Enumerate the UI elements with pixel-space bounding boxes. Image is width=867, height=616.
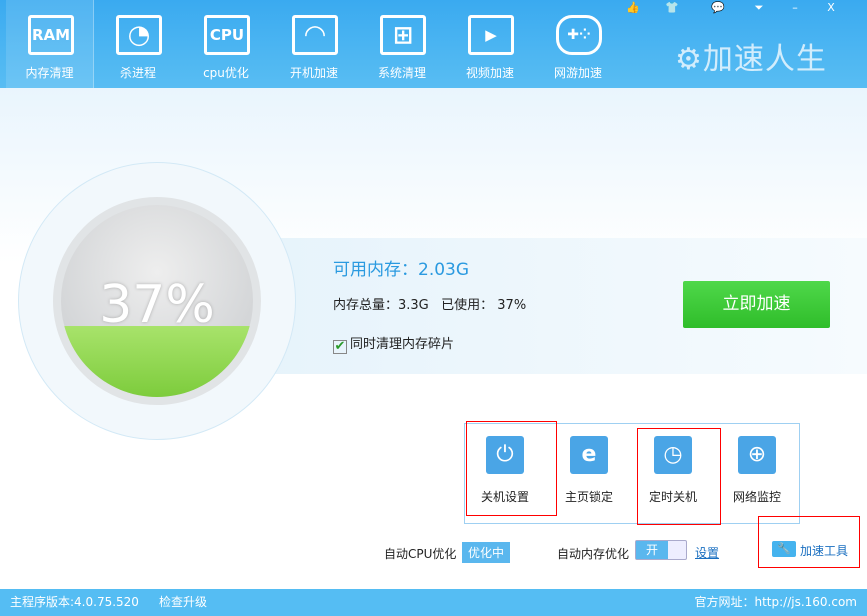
version-text: 主程序版本:4.0.75.520 bbox=[10, 595, 139, 609]
highlight-box bbox=[637, 428, 721, 525]
memory-total: 内存总量：3.3G 已使用： 37% bbox=[333, 298, 527, 313]
tool-network-monitor[interactable]: ⊕ 网络监控 bbox=[717, 424, 801, 524]
auto-mem-toggle[interactable]: 开 bbox=[635, 540, 687, 560]
menu-icon[interactable]: ⏷ bbox=[745, 0, 773, 16]
skin-icon[interactable]: 👕 bbox=[658, 0, 686, 16]
nav-label: 开机加速 bbox=[289, 66, 338, 80]
feedback-icon[interactable]: 💬 bbox=[704, 0, 732, 16]
auto-mem-label: 自动内存优化 bbox=[557, 547, 630, 561]
checkmark-icon: ✔ bbox=[333, 339, 347, 354]
tool-label: 主页锁定 bbox=[564, 490, 613, 504]
cpu-status-badge[interactable]: 优化中 bbox=[462, 542, 511, 563]
settings-link[interactable]: 设置 bbox=[695, 544, 719, 561]
nav-label: 系统清理 bbox=[377, 66, 426, 80]
nav-boot-speed[interactable]: ◠ 开机加速 bbox=[270, 0, 358, 88]
memory-percent: 37% bbox=[99, 275, 215, 335]
nav-system-clean[interactable]: ⊞ 系统清理 bbox=[358, 0, 446, 88]
tool-homepage-lock[interactable]: e 主页锁定 bbox=[549, 424, 633, 524]
nav-label: 杀进程 bbox=[119, 66, 156, 80]
nav-label: 内存清理 bbox=[25, 66, 74, 80]
memory-gauge: 37% bbox=[53, 197, 261, 405]
pie-icon: ◔ bbox=[116, 15, 162, 55]
nav-game-speed[interactable]: ✚⁘ 网游加速 bbox=[534, 0, 622, 88]
nav-memory-clean[interactable]: RAM 内存清理 bbox=[6, 0, 94, 88]
cpu-icon: CPU bbox=[204, 15, 250, 55]
gauge-fill bbox=[61, 325, 253, 397]
auto-cpu-label: 自动CPU优化 bbox=[384, 547, 457, 561]
ie-icon: e bbox=[570, 436, 608, 474]
minimize-button[interactable]: – bbox=[781, 0, 809, 16]
ram-icon: RAM bbox=[28, 15, 74, 55]
nav-cpu-optimize[interactable]: CPU cpu优化 bbox=[182, 0, 270, 88]
speedometer-icon: ◠ bbox=[292, 15, 338, 55]
website-link[interactable]: 官方网址：http://js.160.com bbox=[694, 589, 857, 616]
toggle-on: 开 bbox=[636, 541, 668, 559]
defrag-checkbox[interactable]: ✔ 同时清理内存碎片 bbox=[333, 333, 454, 354]
globe-icon: ⊕ bbox=[738, 436, 776, 474]
windows-icon: ⊞ bbox=[380, 15, 426, 55]
nav-label: 网游加速 bbox=[553, 66, 602, 80]
brand-logo: ⚙加速人生 bbox=[675, 42, 827, 77]
play-icon: ▶ bbox=[468, 15, 514, 55]
check-upgrade-link[interactable]: 检查升级 bbox=[159, 589, 207, 616]
gamepad-icon: ✚⁘ bbox=[556, 15, 602, 55]
accelerate-button[interactable]: 立即加速 bbox=[683, 281, 830, 328]
highlight-box bbox=[466, 421, 557, 516]
nav-kill-process[interactable]: ◔ 杀进程 bbox=[94, 0, 182, 88]
defrag-label: 同时清理内存碎片 bbox=[350, 337, 455, 352]
nav-label: 视频加速 bbox=[465, 66, 514, 80]
available-memory: 可用内存：2.03G bbox=[333, 260, 470, 280]
close-button[interactable]: X bbox=[817, 0, 845, 16]
wrench-icon[interactable]: 🔧 bbox=[772, 541, 796, 557]
tool-label: 网络监控 bbox=[732, 490, 781, 504]
like-icon[interactable]: 👍 bbox=[619, 0, 647, 16]
nav-label: cpu优化 bbox=[203, 66, 249, 80]
header: RAM 内存清理 ◔ 杀进程 CPU cpu优化 ◠ 开机加速 ⊞ 系统清理 ▶ 视频加速 … bbox=[0, 0, 867, 88]
tools-link[interactable]: 加速工具 bbox=[800, 542, 848, 559]
status-bar: 主程序版本:4.0.75.520 检查升级 官方网址：http://js.160… bbox=[0, 589, 867, 616]
nav-video-speed[interactable]: ▶ 视频加速 bbox=[446, 0, 534, 88]
